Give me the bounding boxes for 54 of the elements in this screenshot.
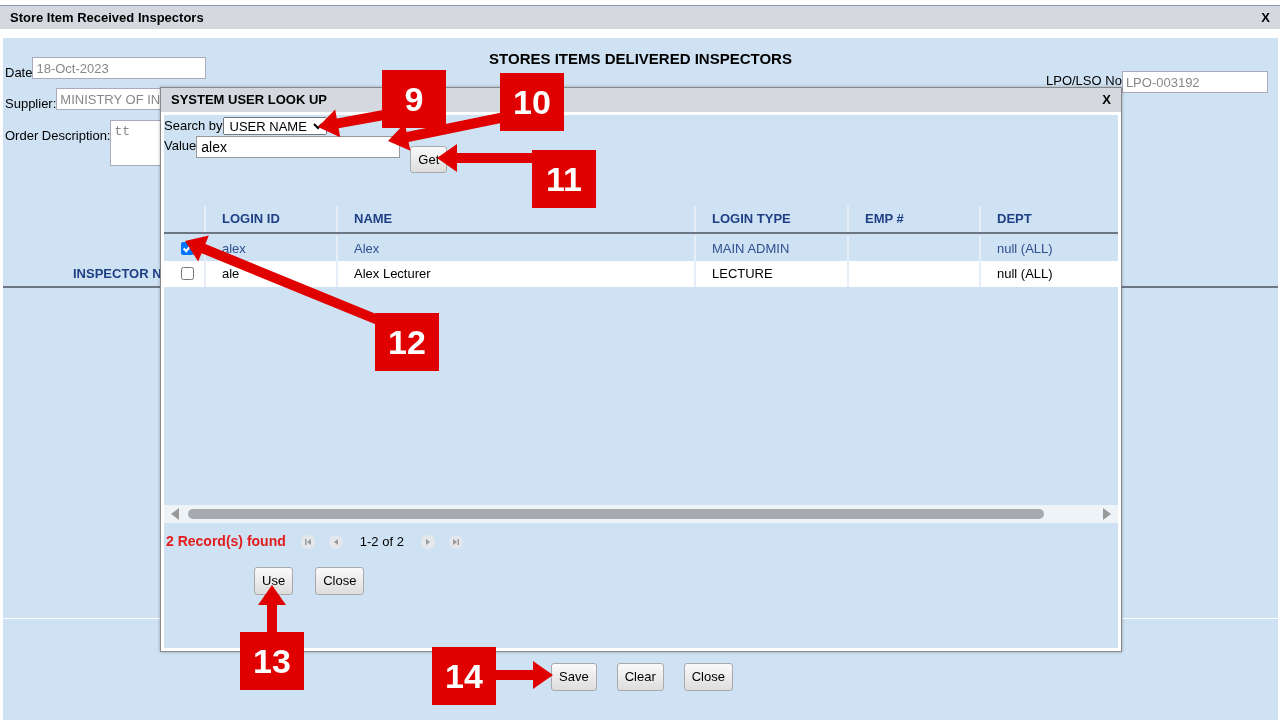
column-header: DEPT: [979, 206, 1118, 232]
scroll-right-icon[interactable]: [1102, 508, 1112, 520]
callout-number: 11: [532, 150, 596, 208]
table-cell: alex: [222, 240, 246, 256]
close-x-button[interactable]: X: [1261, 7, 1270, 28]
column-header: LOGIN ID: [204, 206, 336, 232]
horizontal-scrollbar[interactable]: [164, 505, 1118, 523]
table-row[interactable]: ale Alex Lecturer LECTURE null (ALL): [164, 261, 1118, 287]
window-title: Store Item Received Inspectors: [10, 8, 204, 27]
search-by-dropdown[interactable]: USER NAME: [222, 116, 327, 135]
form-button[interactable]: Close: [683, 663, 733, 691]
field-label: Date: [5, 63, 33, 82]
dialog-button[interactable]: Use: [254, 567, 294, 595]
field-label: Value: [164, 136, 197, 155]
get-button[interactable]: Get: [410, 145, 448, 173]
record-count: 2 Record(s) found: [166, 532, 286, 551]
field-label: Search by: [164, 117, 223, 135]
value-field[interactable]: alex: [196, 135, 401, 158]
close-x-button[interactable]: X: [1102, 90, 1111, 110]
callout-number: 9: [382, 70, 446, 128]
table-cell: LECTURE: [712, 266, 773, 281]
first-page-icon[interactable]: [300, 534, 315, 549]
callout-number: 10: [500, 73, 564, 131]
table-cell: null (ALL): [997, 240, 1053, 256]
field-label: LPO/LSO No: [1046, 72, 1122, 90]
callout-arrow: [258, 585, 286, 632]
scroll-thumb[interactable]: [188, 509, 1044, 519]
callout-arrow: [496, 661, 553, 689]
table-cell: Alex Lecturer: [354, 266, 431, 281]
table-cell: Alex: [354, 240, 380, 256]
form-heading: STORES ITEMS DELIVERED INSPECTORS: [489, 50, 792, 67]
text-field[interactable]: 18-Oct-2023: [32, 56, 207, 79]
field-label: Supplier:: [5, 95, 57, 113]
field-label: Order Description:: [5, 126, 111, 145]
row-checkbox[interactable]: [181, 267, 194, 280]
scroll-left-icon[interactable]: [170, 508, 180, 520]
next-icon[interactable]: [420, 534, 435, 549]
row-checkbox[interactable]: [181, 241, 194, 255]
previous-icon[interactable]: [328, 534, 343, 549]
form-button[interactable]: Save: [551, 663, 597, 691]
table-cell: null (ALL): [997, 266, 1053, 281]
dialog-button[interactable]: Close: [315, 567, 365, 595]
dialog-title: SYSTEM USER LOOK UP: [171, 91, 328, 110]
callout-number: 12: [375, 313, 439, 371]
column-header: EMP #: [847, 206, 979, 232]
column-header: LOGIN TYPE: [694, 206, 847, 232]
form-button[interactable]: Clear: [616, 663, 664, 691]
page-range: 1-2 of 2: [359, 532, 404, 551]
text-field[interactable]: LPO-003192: [1121, 71, 1268, 93]
last-page-icon[interactable]: [448, 534, 463, 549]
callout-number: 13: [240, 632, 304, 690]
callout-number: 14: [432, 647, 496, 705]
table-cell: ale: [222, 266, 240, 281]
table-cell: MAIN ADMIN: [712, 240, 790, 256]
